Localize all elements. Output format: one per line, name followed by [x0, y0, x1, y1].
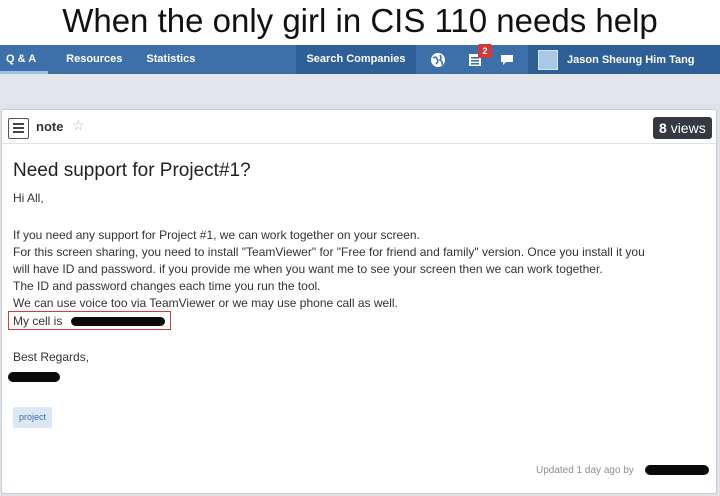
- greeting-text: Hi All,: [13, 191, 44, 205]
- note-type-label: note: [36, 119, 64, 134]
- sub-toolbar: [0, 74, 720, 104]
- tag-project[interactable]: project: [13, 407, 53, 428]
- post-title: Need support for Project#1?: [13, 160, 251, 181]
- body-line: If you need any support for Project #1, …: [13, 228, 420, 242]
- notification-badge: 2: [478, 44, 492, 58]
- body-line: will have ID and password. if you provid…: [13, 262, 603, 276]
- tab-statistics[interactable]: Statistics: [134, 45, 207, 74]
- top-navbar: Q & A Resources Statistics Search Compan…: [0, 45, 720, 74]
- user-name: Jason Sheung Him Tang: [567, 53, 695, 66]
- views-badge: 8 views: [653, 117, 712, 139]
- search-companies-button[interactable]: Search Companies: [296, 45, 416, 74]
- views-count: 8: [659, 120, 667, 136]
- redaction-bar-author: [645, 465, 709, 475]
- avatar: [538, 49, 558, 70]
- note-icon: [8, 118, 29, 139]
- star-icon[interactable]: ☆: [72, 117, 85, 134]
- user-menu[interactable]: Jason Sheung Him Tang: [528, 45, 720, 74]
- views-label: views: [670, 120, 706, 136]
- cell-label: My cell is: [13, 314, 63, 328]
- chat-icon[interactable]: [494, 45, 520, 74]
- tab-qa[interactable]: Q & A: [0, 45, 49, 74]
- redaction-bar-phone: [71, 317, 165, 326]
- tab-resources[interactable]: Resources: [54, 45, 134, 74]
- redaction-bar-signature: [8, 372, 60, 382]
- updated-text: Updated 1 day ago by: [536, 465, 634, 476]
- note-header: note ☆ 8 views: [2, 110, 716, 144]
- meme-caption: When the only girl in CIS 110 needs help: [62, 2, 658, 39]
- body-line: For this screen sharing, you need to ins…: [13, 245, 645, 259]
- body-line: We can use voice too via TeamViewer or w…: [13, 296, 398, 310]
- globe-icon[interactable]: [425, 45, 451, 74]
- body-line: The ID and password changes each time yo…: [13, 279, 321, 293]
- closing-text: Best Regards,: [13, 350, 90, 364]
